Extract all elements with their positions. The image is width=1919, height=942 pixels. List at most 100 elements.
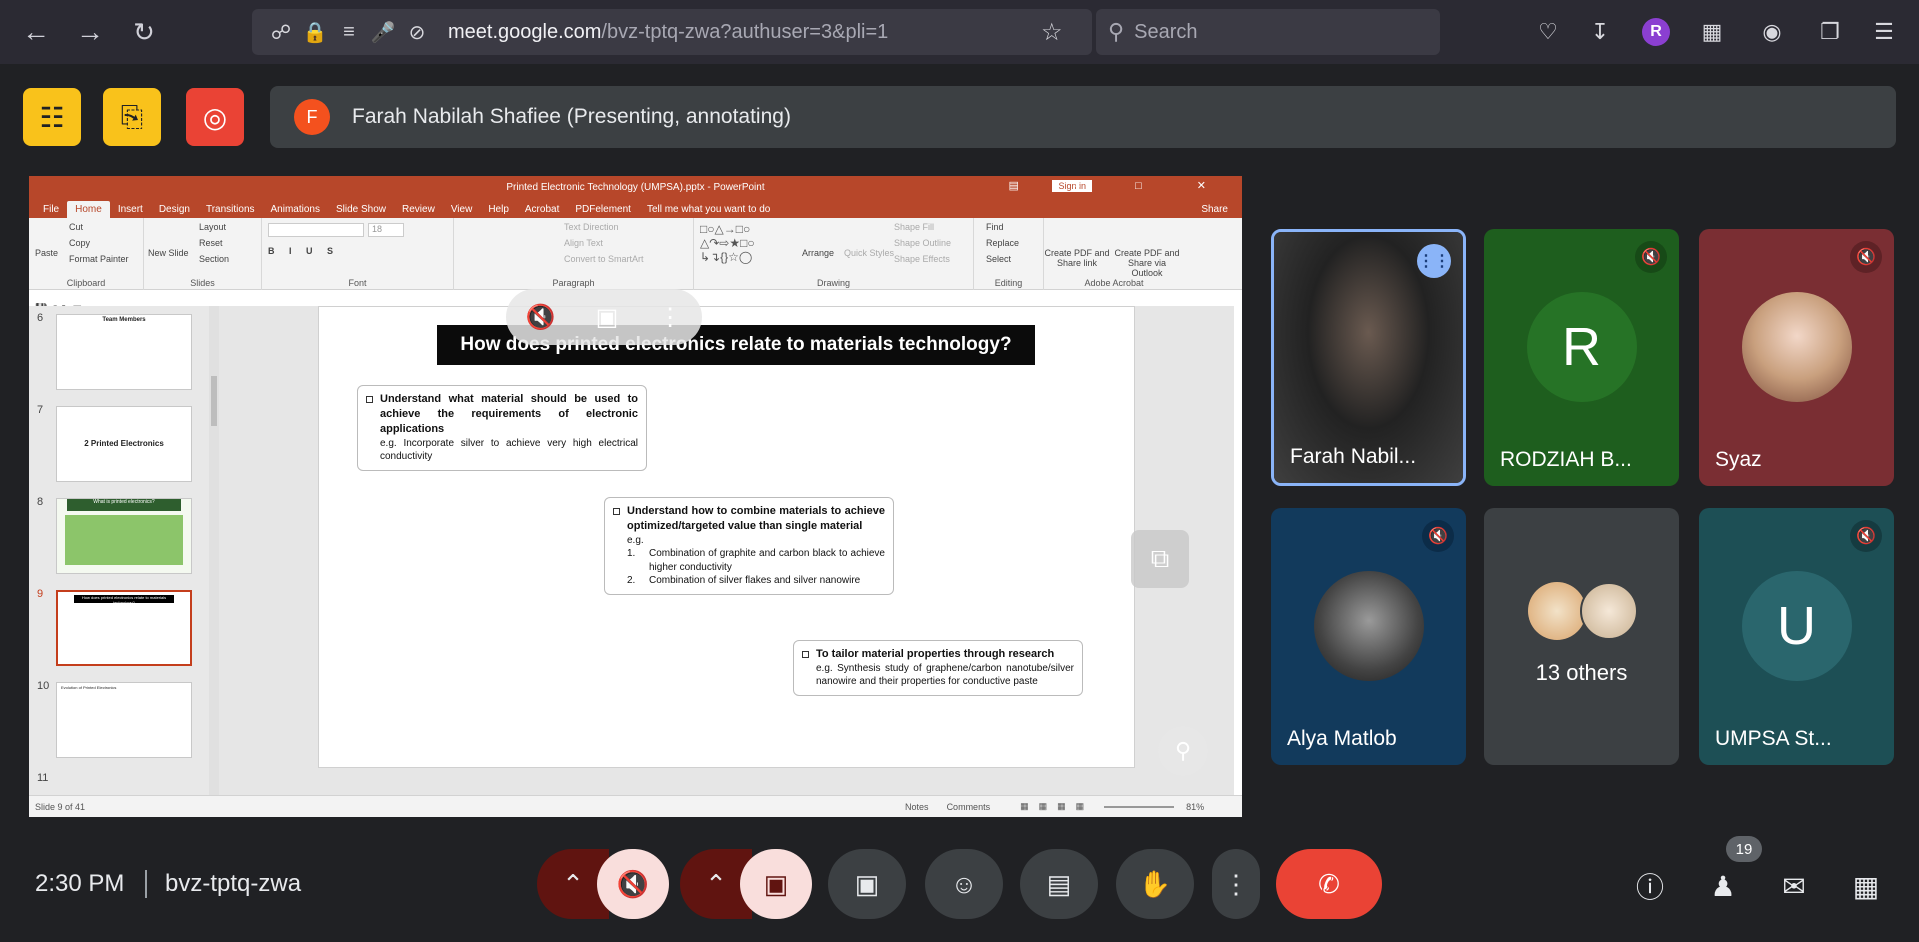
create-pdf-outlook-button[interactable]: Create PDF and Share via Outlook: [1112, 248, 1182, 278]
participant-tile-farah[interactable]: ⋮⋮ Farah Nabil...: [1271, 229, 1466, 486]
grid-extension-icon[interactable]: ▦: [1696, 16, 1728, 48]
scrollbar-thumb[interactable]: [211, 376, 217, 426]
ppt-tab[interactable]: Slide Show: [328, 201, 394, 218]
slide-textbox-3[interactable]: To tailor material properties through re…: [793, 640, 1083, 696]
slide-thumbnail[interactable]: 2 Printed Electronics: [56, 406, 192, 482]
text-direction-button[interactable]: Text Direction: [564, 222, 619, 232]
url-text[interactable]: meet.google.com/bvz-tptq-zwa?authuser=3&…: [448, 21, 888, 44]
ppt-tab[interactable]: View: [443, 201, 481, 218]
comments-button[interactable]: Comments: [947, 802, 991, 812]
replace-button[interactable]: Replace: [986, 238, 1019, 248]
copy-button[interactable]: Copy: [69, 238, 90, 248]
ppt-tab[interactable]: Review: [394, 201, 443, 218]
microphone-toggle-button[interactable]: 🔇: [597, 849, 669, 919]
section-button[interactable]: Section: [199, 254, 229, 264]
quick-styles-button[interactable]: Quick Styles: [844, 248, 894, 258]
participant-tile-alya[interactable]: 🔇 Alya Matlob: [1271, 508, 1466, 765]
reload-icon[interactable]: ↻: [124, 12, 164, 52]
reactions-button[interactable]: ☺: [925, 849, 1003, 919]
forward-icon[interactable]: →: [70, 12, 110, 52]
font-size-box[interactable]: 18: [368, 223, 404, 237]
shape-effects-button[interactable]: Shape Effects: [894, 254, 950, 264]
ppt-tab[interactable]: Design: [151, 201, 198, 218]
select-button[interactable]: Select: [986, 254, 1011, 264]
raise-hand-button[interactable]: ✋: [1116, 849, 1194, 919]
find-button[interactable]: Find: [986, 222, 1004, 232]
downloads-icon[interactable]: ↧: [1584, 16, 1616, 48]
notes-button[interactable]: Notes: [905, 802, 929, 812]
shape-outline-button[interactable]: Shape Outline: [894, 238, 951, 248]
zoom-level[interactable]: 81%: [1186, 802, 1204, 812]
paste-button[interactable]: Paste: [35, 248, 58, 258]
recording-button[interactable]: ◎: [186, 88, 244, 146]
address-bar[interactable]: ☍ 🔒 ≡ 🎤 ⊘ meet.google.com/bvz-tptq-zwa?a…: [252, 9, 1092, 55]
layout-button[interactable]: Layout: [199, 222, 226, 232]
ppt-tell-me[interactable]: Tell me what you want to do: [639, 201, 778, 218]
slide-textbox-1[interactable]: Understand what material should be used …: [357, 385, 647, 471]
bookmark-star-icon[interactable]: ☆: [1041, 18, 1063, 47]
create-pdf-share-button[interactable]: Create PDF and Share link: [1044, 248, 1110, 268]
lock-icon[interactable]: 🔒: [298, 17, 332, 47]
slide-thumbnail-selected[interactable]: How does printed electronics relate to m…: [56, 590, 192, 666]
font-format-buttons[interactable]: B I U S: [268, 246, 339, 256]
participant-tile-umpsa[interactable]: 🔇 U UMPSA St...: [1699, 508, 1894, 765]
thumbnails-scrollbar[interactable]: [209, 306, 219, 796]
ppt-tab[interactable]: Acrobat: [517, 201, 567, 218]
font-name-box[interactable]: [268, 223, 364, 237]
shapes-gallery[interactable]: □○△→□○ △↷⇨★□○ ↳↴{}☆◯: [700, 222, 755, 264]
slide-textbox-2[interactable]: Understand how to combine materials to a…: [604, 497, 894, 595]
reset-button[interactable]: Reset: [199, 238, 223, 248]
camera-off-icon[interactable]: ▣: [596, 303, 619, 332]
camera-blocked-icon[interactable]: ⊘: [400, 17, 434, 47]
camera-toggle-button[interactable]: ▣: [740, 849, 812, 919]
ppt-tab[interactable]: Insert: [110, 201, 151, 218]
leave-call-button[interactable]: ✆: [1276, 849, 1382, 919]
participant-tile-rodziah[interactable]: 🔇 R RODZIAH B...: [1484, 229, 1679, 486]
hide-presentation-button[interactable]: ☷: [23, 88, 81, 146]
mic-off-icon[interactable]: 🔇: [526, 303, 556, 332]
slide-thumbnails-pane[interactable]: 6 Team Members 7 2 Printed Electronics 8…: [29, 306, 219, 796]
ppt-tab-home[interactable]: Home: [67, 201, 110, 218]
ppt-tab[interactable]: File: [35, 201, 67, 218]
more-options-button[interactable]: ⋮: [1212, 849, 1260, 919]
activities-icon[interactable]: ▦: [1846, 866, 1886, 906]
meeting-info-icon[interactable]: ⓘ: [1630, 866, 1670, 906]
ppt-tab[interactable]: PDFelement: [567, 201, 639, 218]
participant-tile-others[interactable]: 13 others: [1484, 508, 1679, 765]
picture-in-picture-button[interactable]: ⧉: [1131, 530, 1189, 588]
zoom-slider[interactable]: [1104, 805, 1175, 808]
pocket-icon[interactable]: ♡: [1532, 16, 1564, 48]
search-bar[interactable]: ⚲ Search: [1096, 9, 1440, 55]
menu-icon[interactable]: ☰: [1868, 16, 1900, 48]
profile-avatar[interactable]: R: [1640, 16, 1672, 48]
captions-button[interactable]: ▤: [1020, 849, 1098, 919]
grammarly-icon[interactable]: ◉: [1756, 16, 1788, 48]
zoom-icon[interactable]: ⚲: [1158, 726, 1208, 776]
ppt-tab[interactable]: Help: [480, 201, 517, 218]
convert-smartart-button[interactable]: Convert to SmartArt: [564, 254, 644, 264]
shape-fill-button[interactable]: Shape Fill: [894, 222, 934, 232]
present-screen-button[interactable]: ▣: [828, 849, 906, 919]
ppt-share-button[interactable]: Share: [1193, 201, 1236, 218]
arrange-button[interactable]: Arrange: [802, 248, 834, 258]
slide-thumbnail[interactable]: What is printed electronics?: [56, 498, 192, 574]
leave-presentation-button[interactable]: ⎘: [103, 88, 161, 146]
extensions-icon[interactable]: ❐: [1814, 16, 1846, 48]
align-text-button[interactable]: Align Text: [564, 238, 603, 248]
chat-icon[interactable]: ✉: [1774, 866, 1814, 906]
ppt-tab[interactable]: Transitions: [198, 201, 263, 218]
slide-canvas[interactable]: How does printed electronics relate to m…: [219, 306, 1234, 796]
ppt-window-controls[interactable]: ▤ – □ ✕: [1008, 179, 1232, 192]
more-options-icon[interactable]: ⋮: [658, 303, 682, 332]
new-slide-button[interactable]: New Slide: [148, 248, 189, 258]
people-icon[interactable]: ♟: [1703, 866, 1743, 906]
participant-tile-syaz[interactable]: 🔇 Syaz: [1699, 229, 1894, 486]
slide-thumbnail[interactable]: Team Members: [56, 314, 192, 390]
shield-icon[interactable]: ☍: [264, 17, 298, 47]
microphone-icon[interactable]: 🎤: [366, 17, 400, 47]
cut-button[interactable]: Cut: [69, 222, 83, 232]
slide-thumbnail[interactable]: Evolution of Printed Electronics: [56, 682, 192, 758]
view-buttons[interactable]: ▦▦▦▦: [1020, 801, 1094, 812]
presenter-video-controls[interactable]: 🔇 ▣ ⋮: [506, 289, 702, 345]
format-painter-button[interactable]: Format Painter: [69, 254, 129, 264]
